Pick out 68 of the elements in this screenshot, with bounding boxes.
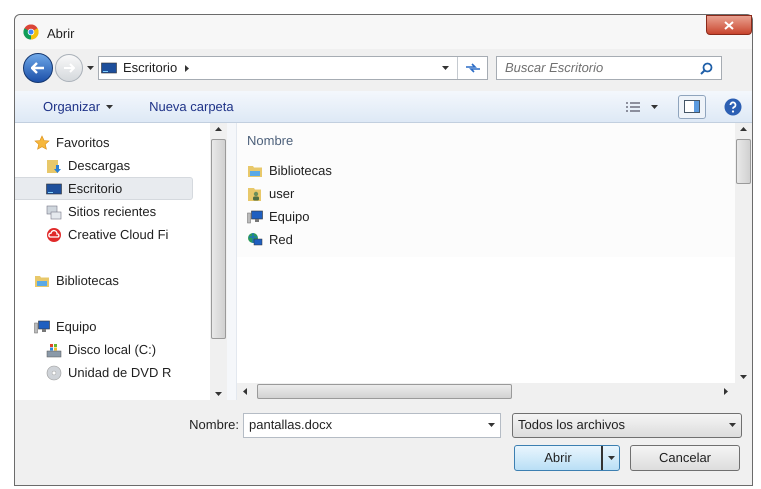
scroll-down-icon <box>740 375 747 379</box>
breadcrumb-arrow-icon <box>185 64 190 72</box>
nav-item[interactable]: Favoritos <box>15 131 193 154</box>
list-scrollbar[interactable] <box>735 123 752 383</box>
scroll-up-icon <box>740 127 747 131</box>
history-caret-icon <box>87 66 94 70</box>
close-icon <box>724 20 734 30</box>
nav-item[interactable]: Unidad de DVD R <box>15 361 193 384</box>
scroll-thumb[interactable] <box>736 139 751 184</box>
nav-item[interactable]: Bibliotecas <box>15 269 193 292</box>
filename-field[interactable]: pantallas.docx <box>243 412 501 438</box>
computer-icon <box>34 318 50 334</box>
horizontal-scrollbar[interactable] <box>237 383 752 400</box>
new-folder-button[interactable]: Nueva carpeta <box>149 96 234 116</box>
view-caret-icon <box>651 104 658 108</box>
filename-label: Nombre: <box>188 416 239 434</box>
app-icon <box>23 24 39 40</box>
forward-arrow-icon <box>63 63 75 73</box>
file-item[interactable]: user <box>237 182 735 205</box>
file-item[interactable]: Bibliotecas <box>237 159 735 182</box>
nav-item[interactable]: Equipo <box>15 315 193 338</box>
dropdown-caret-icon <box>442 66 449 70</box>
column-header[interactable]: Nombre <box>237 131 735 151</box>
scroll-up-icon <box>215 127 222 131</box>
split-caret-icon <box>608 456 614 460</box>
creative-cloud-icon <box>46 226 62 242</box>
file-item[interactable]: Equipo <box>237 205 735 228</box>
scroll-right-icon <box>724 388 728 395</box>
nav-item[interactable]: Escritorio <box>15 177 193 200</box>
nav-scrollbar[interactable] <box>210 123 227 400</box>
computer-icon <box>247 208 263 224</box>
search-icon <box>700 62 713 74</box>
hard-drive-icon <box>46 342 62 358</box>
pane-icon <box>684 100 700 113</box>
window-title: Abrir <box>47 25 74 43</box>
search-field[interactable]: Buscar Escritorio <box>496 56 722 80</box>
scroll-thumb[interactable] <box>257 384 512 399</box>
scroll-left-icon <box>243 388 247 395</box>
nav-item[interactable]: Creative Cloud Fi <box>15 223 193 246</box>
nav-item[interactable]: Sitios recientes <box>15 200 193 223</box>
cancel-button[interactable]: Cancelar <box>630 445 740 471</box>
dropdown-caret-icon <box>488 423 495 427</box>
network-icon <box>247 232 263 248</box>
organize-menu[interactable]: Organizar <box>43 96 114 116</box>
scroll-down-icon <box>215 392 222 396</box>
dropdown-caret-icon <box>729 423 736 427</box>
preview-pane-button[interactable] <box>678 94 706 118</box>
address-bar[interactable]: Escritorio <box>98 56 488 80</box>
back-arrow-icon <box>31 62 45 74</box>
scroll-thumb[interactable] <box>211 139 226 339</box>
recent-places-icon <box>46 204 62 220</box>
view-list-icon[interactable] <box>625 100 641 112</box>
open-button[interactable]: Abrir <box>514 445 620 471</box>
refresh-icon <box>464 62 480 74</box>
monitor-icon <box>101 60 117 76</box>
user-folder-icon <box>247 186 263 202</box>
back-button[interactable] <box>23 53 53 83</box>
file-type-select[interactable]: Todos los archivos <box>512 412 742 438</box>
disc-icon <box>46 364 62 380</box>
file-item[interactable]: Red <box>237 228 735 251</box>
star-icon <box>34 134 50 150</box>
nav-item[interactable]: Disco local (C:) <box>15 338 193 361</box>
nav-item[interactable]: Descargas <box>15 154 193 177</box>
close-button[interactable] <box>706 15 752 35</box>
caret-icon <box>106 104 114 108</box>
monitor-icon <box>46 180 62 196</box>
download-folder-icon <box>46 158 62 174</box>
help-icon[interactable] <box>724 98 742 116</box>
